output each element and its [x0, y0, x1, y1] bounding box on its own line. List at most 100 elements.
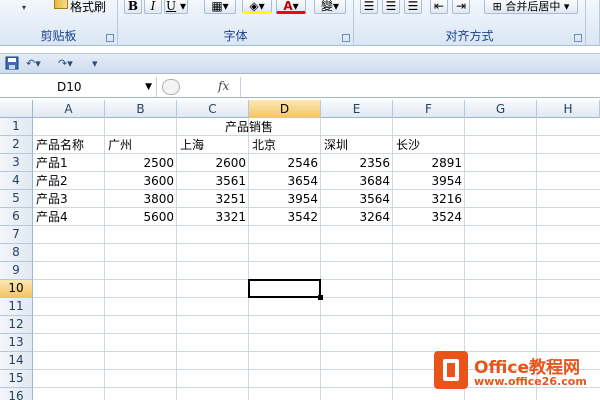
column-header-c[interactable]: C [177, 100, 249, 118]
row-header-4[interactable]: 4 [0, 172, 33, 190]
row-header-1[interactable]: 1 [0, 118, 33, 136]
cell-f6[interactable]: 3524 [393, 208, 465, 226]
indent-icon: ⇤ [433, 0, 445, 13]
cell-b6[interactable]: 5600 [105, 208, 177, 226]
cell-f5[interactable]: 3216 [393, 190, 465, 208]
cell-f4[interactable]: 3954 [393, 172, 465, 190]
cell-f2[interactable]: 长沙 [393, 136, 465, 154]
alignment-launcher-icon[interactable] [574, 34, 582, 42]
cell-a5[interactable]: 产品3 [33, 190, 105, 208]
cell-a6[interactable]: 产品4 [33, 208, 105, 226]
align-center-icon: ☰ [385, 0, 397, 13]
customize-qat-icon[interactable]: ▾ [92, 56, 98, 72]
cell-c5[interactable]: 3251 [177, 190, 249, 208]
cell-d5[interactable]: 3954 [249, 190, 321, 208]
cell-b4[interactable]: 3600 [105, 172, 177, 190]
row-header-11[interactable]: 11 [0, 298, 33, 316]
column-header-b[interactable]: B [105, 100, 177, 118]
active-cell-cursor[interactable] [248, 279, 321, 298]
row-header-12[interactable]: 12 [0, 316, 33, 334]
row-header-13[interactable]: 13 [0, 334, 33, 352]
column-header-f[interactable]: F [393, 100, 465, 118]
cell-a2[interactable]: 产品名称 [33, 136, 105, 154]
cell-e3[interactable]: 2356 [321, 154, 393, 172]
row-header-16[interactable]: 16 [0, 388, 33, 400]
cell-c4[interactable]: 3561 [177, 172, 249, 190]
formula-input[interactable] [240, 77, 600, 97]
office-logo-icon [434, 351, 468, 389]
merge-center-button[interactable]: ⊞ 合并后居中 ▾ [484, 0, 578, 14]
format-painter-button[interactable]: 格式刷 [70, 0, 106, 15]
cell-c6[interactable]: 3321 [177, 208, 249, 226]
paste-dropdown-icon[interactable]: ▾ [22, 3, 26, 12]
font-launcher-icon[interactable] [342, 34, 350, 42]
clipboard-group: ▾ 格式刷 剪贴板 [0, 0, 118, 46]
cell-b5[interactable]: 3800 [105, 190, 177, 208]
align-left-icon: ☰ [363, 0, 375, 13]
fill-color-button[interactable]: ◈▾ [242, 0, 272, 14]
select-all-button[interactable] [0, 100, 33, 118]
font-color-icon: A [283, 0, 293, 13]
cell-c3[interactable]: 2600 [177, 154, 249, 172]
row-header-9[interactable]: 9 [0, 262, 33, 280]
font-color-button[interactable]: A▾ [276, 0, 306, 14]
cell-a4[interactable]: 产品2 [33, 172, 105, 190]
name-box[interactable]: D10 ▼ [0, 77, 157, 97]
cell-d4[interactable]: 3654 [249, 172, 321, 190]
borders-button[interactable]: ▦▾ [204, 0, 236, 14]
cell-a3[interactable]: 产品1 [33, 154, 105, 172]
column-header-g[interactable]: G [465, 100, 537, 118]
align-left-button[interactable]: ☰ [360, 0, 378, 14]
formula-bar: D10 ▼ fx [0, 77, 600, 98]
alignment-group-label: 对齐方式 [445, 29, 494, 43]
watermark-url: www.office26.com [474, 375, 587, 388]
clipboard-group-label: 剪贴板 [40, 29, 77, 43]
format-painter-icon[interactable] [54, 0, 68, 9]
row-header-15[interactable]: 15 [0, 370, 33, 388]
cell-e4[interactable]: 3684 [321, 172, 393, 190]
cell-b3[interactable]: 2500 [105, 154, 177, 172]
cell-e5[interactable]: 3564 [321, 190, 393, 208]
column-headers: ABCDEFGH [0, 100, 600, 118]
column-header-e[interactable]: E [321, 100, 393, 118]
font-group-label: 字体 [223, 29, 248, 43]
cell-e6[interactable]: 3264 [321, 208, 393, 226]
cell-f3[interactable]: 2891 [393, 154, 465, 172]
cancel-enter-icon [162, 79, 180, 95]
name-box-dropdown-icon[interactable]: ▼ [145, 77, 152, 97]
row-header-3[interactable]: 3 [0, 154, 33, 172]
quick-access-toolbar: ↶▾ ↷▾ ▾ [0, 53, 600, 74]
align-center-button[interactable]: ☰ [382, 0, 400, 14]
row-header-14[interactable]: 14 [0, 352, 33, 370]
bold-button[interactable]: B [124, 0, 142, 14]
increase-indent-button[interactable]: ⇥ [452, 0, 470, 14]
insert-function-button[interactable]: fx [218, 79, 229, 93]
align-right-button[interactable]: ☰ [404, 0, 422, 14]
align-right-icon: ☰ [407, 0, 419, 13]
decrease-indent-button[interactable]: ⇤ [430, 0, 448, 14]
cell-b2[interactable]: 广州 [105, 136, 177, 154]
row-header-6[interactable]: 6 [0, 208, 33, 226]
cell-e2[interactable]: 深圳 [321, 136, 393, 154]
row-header-2[interactable]: 2 [0, 136, 33, 154]
save-icon[interactable] [5, 56, 19, 72]
undo-icon[interactable]: ↶▾ [26, 56, 41, 72]
cell-a1[interactable]: 产品销售 [33, 118, 465, 136]
column-header-d[interactable]: D [249, 100, 321, 118]
column-header-h[interactable]: H [537, 100, 600, 118]
row-header-5[interactable]: 5 [0, 190, 33, 208]
phonetic-button[interactable]: 變▾ [314, 0, 346, 14]
cell-c2[interactable]: 上海 [177, 136, 249, 154]
underline-button[interactable]: U ▾ [164, 0, 188, 14]
row-header-7[interactable]: 7 [0, 226, 33, 244]
italic-button[interactable]: I [144, 0, 162, 14]
cell-d6[interactable]: 3542 [249, 208, 321, 226]
redo-icon[interactable]: ↷▾ [58, 56, 73, 72]
clipboard-launcher-icon[interactable] [106, 34, 114, 42]
fill-handle[interactable] [318, 295, 323, 300]
column-header-a[interactable]: A [33, 100, 105, 118]
row-header-8[interactable]: 8 [0, 244, 33, 262]
cell-d3[interactable]: 2546 [249, 154, 321, 172]
cell-d2[interactable]: 北京 [249, 136, 321, 154]
row-header-10[interactable]: 10 [0, 280, 33, 298]
